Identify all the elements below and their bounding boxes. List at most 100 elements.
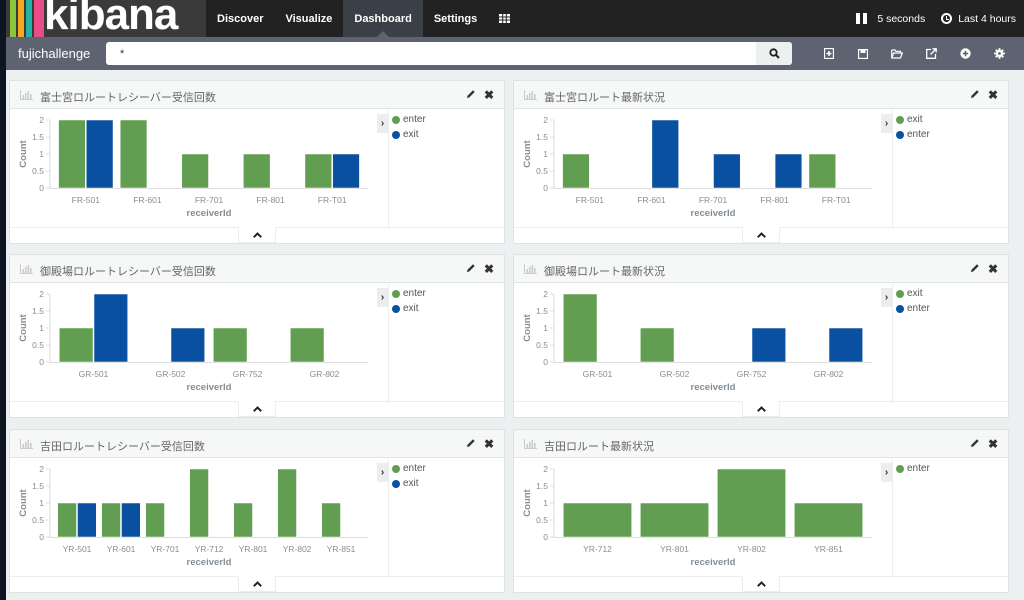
bar-enter[interactable] (774, 153, 803, 189)
legend-item-enter[interactable]: enter (893, 461, 1008, 476)
bar-enter[interactable] (277, 468, 297, 538)
options-button[interactable] (982, 45, 1016, 62)
panel-header[interactable]: 御殿場ロルート最新状況 ✖ (514, 255, 1008, 283)
load-dashboard-button[interactable] (880, 45, 914, 62)
edit-pencil-icon[interactable] (466, 438, 476, 448)
bar-exit[interactable] (808, 153, 836, 189)
bar-enter[interactable] (563, 502, 632, 538)
legend-item-exit[interactable]: exit (389, 301, 504, 316)
bar-exit[interactable] (170, 327, 205, 363)
bar-enter[interactable] (59, 327, 94, 363)
close-icon[interactable]: ✖ (484, 437, 494, 451)
edit-pencil-icon[interactable] (466, 263, 476, 273)
legend-item-exit[interactable]: exit (893, 286, 1008, 301)
x-tick-label: YR-501 (63, 544, 92, 554)
bar-enter[interactable] (828, 327, 863, 363)
edit-pencil-icon[interactable] (970, 263, 980, 273)
collapse-button[interactable] (238, 401, 276, 417)
collapse-button[interactable] (742, 227, 780, 243)
chart-legend: › enter (881, 459, 1008, 578)
legend-item-exit[interactable]: exit (389, 476, 504, 491)
tab-visualize[interactable]: Visualize (274, 0, 343, 37)
legend-label: enter (403, 463, 426, 474)
bar-enter[interactable] (243, 153, 271, 189)
legend-color-dot (896, 130, 904, 139)
bar-enter[interactable] (57, 502, 77, 538)
bar-enter[interactable] (321, 502, 341, 538)
chevron-up-icon (252, 581, 262, 587)
legend-item-enter[interactable]: enter (389, 461, 504, 476)
bar-exit[interactable] (640, 327, 675, 363)
bar-enter[interactable] (233, 502, 253, 538)
panel-header[interactable]: 富士宮ロルート最新状況 ✖ (514, 81, 1008, 109)
legend-color-dot (392, 289, 400, 298)
tab-discover[interactable]: Discover (206, 0, 274, 37)
bar-exit[interactable] (562, 153, 590, 189)
bar-enter[interactable] (751, 327, 786, 363)
panel-header[interactable]: 吉田ロルートレシーバー受信回数 ✖ (10, 430, 504, 458)
legend-item-enter[interactable]: enter (389, 112, 504, 127)
close-icon[interactable]: ✖ (988, 262, 998, 276)
bar-enter[interactable] (640, 502, 709, 538)
new-dashboard-button[interactable] (812, 45, 846, 62)
tab-settings[interactable]: Settings (423, 0, 488, 37)
bar-enter[interactable] (119, 119, 148, 189)
collapse-button[interactable] (742, 576, 780, 592)
panel-footer (514, 576, 1008, 592)
refresh-interval[interactable]: 5 seconds (877, 13, 925, 25)
share-dashboard-button[interactable] (914, 45, 948, 62)
collapse-button[interactable] (238, 227, 276, 243)
collapse-button[interactable] (238, 576, 276, 592)
bar-enter[interactable] (145, 502, 165, 538)
y-tick-label: 1 (543, 149, 548, 159)
pause-icon[interactable] (856, 13, 868, 24)
tab-dashboard[interactable]: Dashboard (343, 0, 423, 37)
time-range-picker[interactable]: Last 4 hours (958, 13, 1016, 25)
kibana-logo[interactable]: kibana (6, 0, 206, 37)
legend-item-enter[interactable]: enter (893, 301, 1008, 316)
bar-enter[interactable] (189, 468, 209, 538)
panel-header[interactable]: 富士宮ロルートレシーバー受信回数 ✖ (10, 81, 504, 109)
edit-pencil-icon[interactable] (970, 438, 980, 448)
save-dashboard-button[interactable] (846, 45, 880, 62)
bar-enter[interactable] (290, 327, 325, 363)
y-tick-label: 1 (39, 323, 44, 333)
bar-exit[interactable] (77, 502, 97, 538)
add-visualization-button[interactable] (948, 45, 982, 62)
bar-enter[interactable] (213, 327, 248, 363)
bar-enter[interactable] (717, 468, 786, 538)
close-icon[interactable]: ✖ (988, 88, 998, 102)
bar-enter[interactable] (651, 119, 679, 189)
bar-enter[interactable] (794, 502, 863, 538)
apps-grid-button[interactable] (488, 0, 521, 37)
edit-pencil-icon[interactable] (970, 89, 980, 99)
top-navbar: kibana Discover Visualize Dashboard Sett… (6, 0, 1024, 37)
legend-item-exit[interactable]: exit (389, 127, 504, 142)
legend-item-exit[interactable]: exit (893, 112, 1008, 127)
edit-pencil-icon[interactable] (466, 89, 476, 99)
bar-enter[interactable] (58, 119, 86, 189)
bar-exit[interactable] (121, 502, 141, 538)
bar-enter[interactable] (101, 502, 121, 538)
visualization-panel: 吉田ロルートレシーバー受信回数 ✖ › enter exit 0 0.5 1 1.5 2 C… (9, 429, 505, 593)
legend-item-enter[interactable]: enter (893, 127, 1008, 142)
panel-header[interactable]: 吉田ロルート最新状況 ✖ (514, 430, 1008, 458)
legend-item-enter[interactable]: enter (389, 286, 504, 301)
bar-enter[interactable] (713, 153, 741, 189)
bar-exit[interactable] (86, 119, 114, 189)
query-input[interactable] (106, 42, 756, 65)
bar-exit[interactable] (332, 153, 360, 189)
bar-enter[interactable] (181, 153, 209, 189)
collapse-button[interactable] (742, 401, 780, 417)
bar-exit[interactable] (563, 293, 598, 363)
close-icon[interactable]: ✖ (484, 88, 494, 102)
panel-header[interactable]: 御殿場ロルートレシーバー受信回数 ✖ (10, 255, 504, 283)
search-button[interactable] (756, 42, 792, 65)
y-tick-label: 2 (39, 289, 44, 299)
close-icon[interactable]: ✖ (988, 437, 998, 451)
logo-text: kibana (44, 0, 178, 37)
bar-enter[interactable] (304, 153, 332, 189)
close-icon[interactable]: ✖ (484, 262, 494, 276)
bar-exit[interactable] (93, 293, 128, 363)
dashboard-name: fujichallenge (18, 46, 91, 61)
